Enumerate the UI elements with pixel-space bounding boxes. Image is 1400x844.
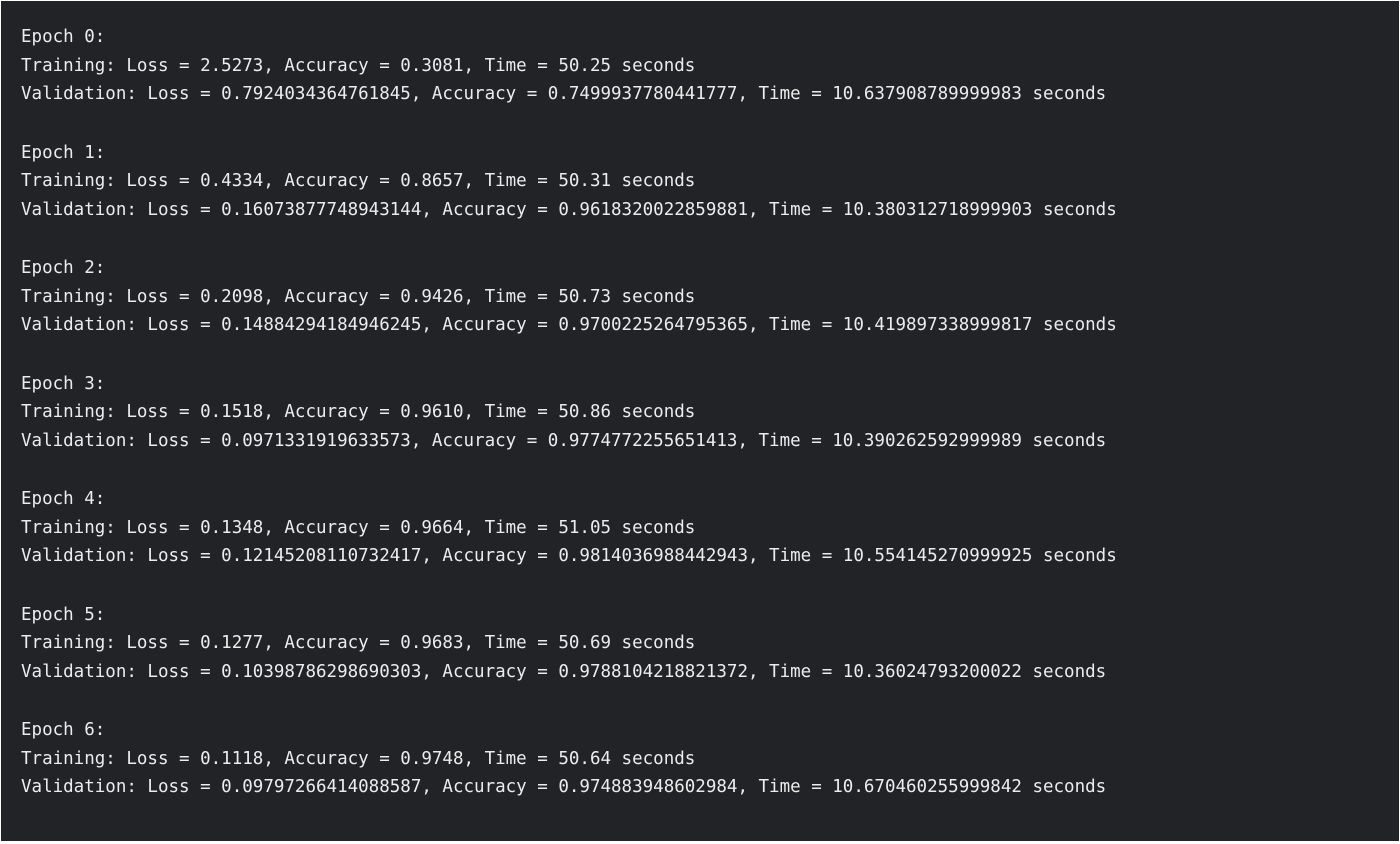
epoch-block-5: Epoch 5: Training: Loss = 0.1277, Accura… <box>21 601 1399 687</box>
epoch-header: Epoch 3: <box>21 373 106 394</box>
validation-line: Validation: Loss = 0.14884294184946245, … <box>21 315 1117 335</box>
epoch-block-4: Epoch 4: Training: Loss = 0.1348, Accura… <box>21 485 1399 571</box>
training-log-output: Epoch 0: Training: Loss = 2.5273, Accura… <box>1 1 1399 841</box>
epoch-block-3: Epoch 3: Training: Loss = 0.1518, Accura… <box>21 370 1399 456</box>
validation-line: Validation: Loss = 0.7924034364761845, A… <box>21 84 1107 104</box>
training-line: Training: Loss = 2.5273, Accuracy = 0.30… <box>21 55 696 76</box>
validation-line: Validation: Loss = 0.10398786298690303, … <box>21 661 1107 682</box>
epoch-block-6: Epoch 6: Training: Loss = 0.1118, Accura… <box>21 716 1399 802</box>
epoch-block-0: Epoch 0: Training: Loss = 2.5273, Accura… <box>21 23 1399 109</box>
epoch-header: Epoch 0: <box>21 27 106 47</box>
training-line: Training: Loss = 0.1348, Accuracy = 0.96… <box>21 517 696 538</box>
training-line: Training: Loss = 0.4334, Accuracy = 0.86… <box>21 171 696 191</box>
epoch-header: Epoch 4: <box>21 489 106 509</box>
training-line: Training: Loss = 0.1118, Accuracy = 0.97… <box>21 748 696 769</box>
training-line: Training: Loss = 0.1518, Accuracy = 0.96… <box>21 402 696 422</box>
epoch-header: Epoch 6: <box>21 720 106 740</box>
validation-line: Validation: Loss = 0.12145208110732417, … <box>21 546 1117 566</box>
validation-line: Validation: Loss = 0.09797266414088587, … <box>21 777 1107 797</box>
validation-line: Validation: Loss = 0.0971331919633573, A… <box>21 430 1107 451</box>
training-line: Training: Loss = 0.2098, Accuracy = 0.94… <box>21 286 696 307</box>
epoch-header: Epoch 5: <box>21 604 106 625</box>
validation-line: Validation: Loss = 0.16073877748943144, … <box>21 199 1117 220</box>
epoch-header: Epoch 2: <box>21 258 106 278</box>
epoch-header: Epoch 1: <box>21 142 106 163</box>
epoch-block-2: Epoch 2: Training: Loss = 0.2098, Accura… <box>21 254 1399 340</box>
training-line: Training: Loss = 0.1277, Accuracy = 0.96… <box>21 633 696 653</box>
epoch-block-1: Epoch 1: Training: Loss = 0.4334, Accura… <box>21 139 1399 225</box>
